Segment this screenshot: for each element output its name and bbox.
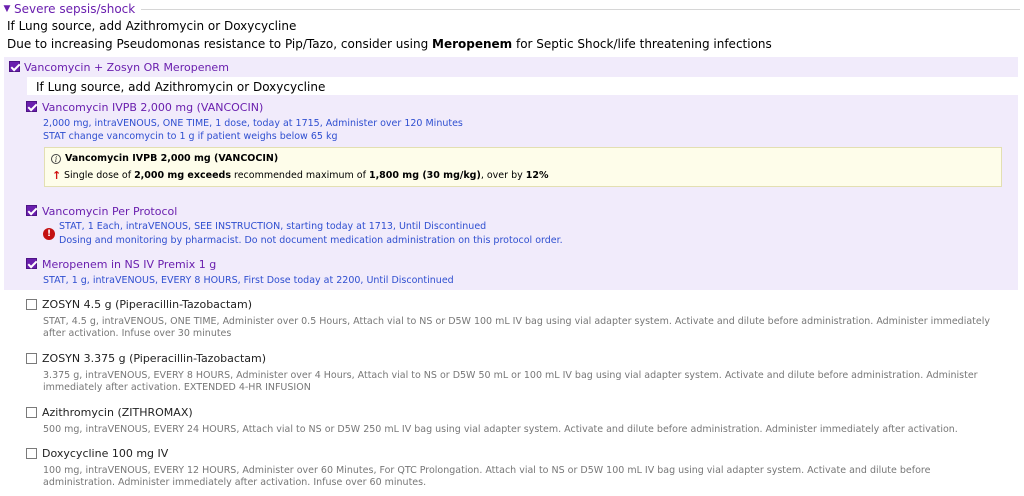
order-checkbox-zosyn-4-5[interactable] [26,299,37,310]
order-detail: STAT, 1 g, intraVENOUS, EVERY 8 HOURS, F… [43,275,454,286]
collapse-triangle-icon[interactable]: ▼ [2,4,12,14]
order-detail: 100 mg, intraVENOUS, EVERY 12 HOURS, Adm… [43,465,931,488]
order-detail: Dosing and monitoring by pharmacist. Do … [59,235,563,246]
section-divider [141,8,1020,10]
order-checkbox-doxycycline[interactable] [26,448,37,459]
order-detail: 2,000 mg, intraVENOUS, ONE TIME, 1 dose,… [43,118,463,129]
order-title-meropenem[interactable]: Meropenem in NS IV Premix 1 g [42,258,216,271]
order-detail: 3.375 g, intraVENOUS, EVERY 8 HOURS, Adm… [43,370,978,393]
group-checkbox[interactable] [9,61,20,72]
up-arrow-icon: ↑ [52,169,62,182]
group-note: If Lung source, add Azithromycin or Doxy… [36,80,326,94]
order-title-vancomycin-ivpb[interactable]: Vancomycin IVPB 2,000 mg (VANCOCIN) [42,101,263,114]
section-title: Severe sepsis/shock [14,2,136,16]
order-detail: STAT, 1 Each, intraVENOUS, SEE INSTRUCTI… [59,221,487,232]
order-title-azithromycin[interactable]: Azithromycin (ZITHROMAX) [42,406,193,419]
order-detail: STAT change vancomycin to 1 g if patient… [43,131,338,142]
order-title-doxycycline[interactable]: Doxycycline 100 mg IV [42,447,168,460]
meropenem-advisory: Due to increasing Pseudomonas resistance… [7,37,772,51]
group-label[interactable]: Vancomycin + Zosyn OR Meropenem [24,61,229,74]
order-title-zosyn-3-375[interactable]: ZOSYN 3.375 g (Piperacillin-Tazobactam) [42,352,266,365]
order-detail: 500 mg, intraVENOUS, EVERY 24 HOURS, Att… [43,424,958,435]
order-checkbox-vancomycin-protocol[interactable] [26,205,37,216]
order-title-zosyn-4-5[interactable]: ZOSYN 4.5 g (Piperacillin-Tazobactam) [42,298,252,311]
order-checkbox-vancomycin-ivpb[interactable] [26,101,37,112]
order-title-vancomycin-protocol[interactable]: Vancomycin Per Protocol [42,205,177,218]
lung-source-note: If Lung source, add Azithromycin or Doxy… [7,19,297,33]
order-checkbox-azithromycin[interactable] [26,407,37,418]
info-icon: i [51,154,61,164]
order-checkbox-meropenem[interactable] [26,258,37,269]
alert-title: Vancomycin IVPB 2,000 mg (VANCOCIN) [65,153,279,164]
alert-message: Single dose of 2,000 mg exceeds recommen… [64,170,549,181]
meropenem-emphasis: Meropenem [432,37,513,51]
dose-warning-alert: i Vancomycin IVPB 2,000 mg (VANCOCIN) ↑ … [44,147,1002,187]
order-checkbox-zosyn-3-375[interactable] [26,353,37,364]
error-icon: ! [43,228,55,240]
order-detail: STAT, 4.5 g, intraVENOUS, ONE TIME, Admi… [43,316,990,339]
section-header[interactable]: ▼ Severe sepsis/shock [0,1,1020,17]
